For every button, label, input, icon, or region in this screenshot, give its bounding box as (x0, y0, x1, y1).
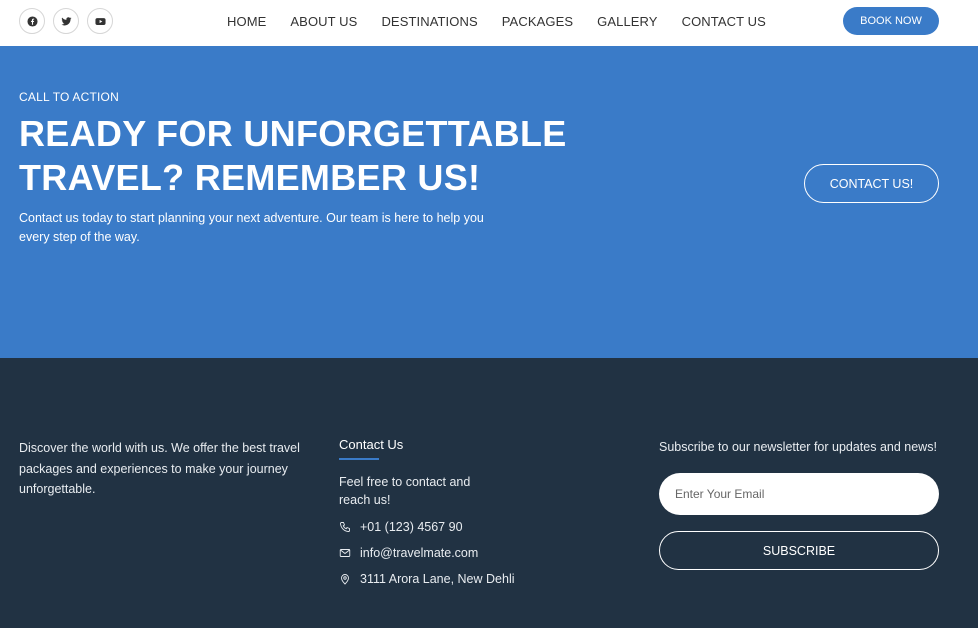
contact-email-text: info@travelmate.com (360, 545, 479, 560)
book-now-button[interactable]: BOOK NOW (843, 7, 939, 35)
footer-contact: Contact Us Feel free to contact and reac… (339, 437, 559, 587)
site-footer: Discover the world with us. We offer the… (0, 358, 978, 628)
mail-icon (339, 548, 351, 557)
nav-home[interactable]: HOME (227, 14, 266, 29)
cta-title: READY FOR UNFORGETTABLE TRAVEL? REMEMBER… (19, 112, 639, 200)
phone-icon (340, 521, 350, 532)
contact-phone-text: +01 (123) 4567 90 (360, 519, 463, 534)
social-links (19, 8, 113, 34)
facebook-link[interactable] (19, 8, 45, 34)
subscribe-button[interactable]: SUBSCRIBE (659, 531, 939, 570)
footer-newsletter: Subscribe to our newsletter for updates … (659, 438, 939, 570)
nav-gallery[interactable]: GALLERY (597, 14, 657, 29)
nav-destinations[interactable]: DESTINATIONS (381, 14, 477, 29)
facebook-icon (26, 15, 38, 27)
contact-address: 3111 Arora Lane, New Dehli (339, 570, 559, 587)
youtube-link[interactable] (87, 8, 113, 34)
site-header: HOME ABOUT US DESTINATIONS PACKAGES GALL… (0, 0, 978, 46)
call-to-action-section: CALL TO ACTION READY FOR UNFORGETTABLE T… (0, 46, 978, 358)
twitter-link[interactable] (53, 8, 79, 34)
main-nav: HOME ABOUT US DESTINATIONS PACKAGES GALL… (227, 0, 790, 42)
contact-email[interactable]: info@travelmate.com (339, 544, 559, 561)
contact-us-button[interactable]: CONTACT US! (804, 164, 939, 203)
nav-contact-us[interactable]: CONTACT US (682, 14, 766, 29)
cta-title-line-1: READY FOR UNFORGETTABLE (19, 113, 567, 154)
location-pin-icon (341, 573, 349, 585)
contact-heading: Contact Us (339, 437, 404, 452)
youtube-icon (94, 17, 106, 25)
contact-phone[interactable]: +01 (123) 4567 90 (339, 518, 559, 535)
nav-about-us[interactable]: ABOUT US (290, 14, 357, 29)
contact-intro: Feel free to contact and reach us! (339, 475, 471, 507)
nav-packages[interactable]: PACKAGES (502, 14, 573, 29)
contact-address-text: 3111 Arora Lane, New Dehli (360, 571, 515, 586)
newsletter-text: Subscribe to our newsletter for updates … (659, 440, 937, 454)
cta-title-line-2: TRAVEL? REMEMBER US! (19, 157, 481, 198)
twitter-icon (60, 16, 72, 25)
heading-underline (339, 458, 379, 460)
footer-about-text: Discover the world with us. We offer the… (19, 441, 300, 496)
email-input[interactable] (659, 473, 939, 515)
cta-eyebrow: CALL TO ACTION (19, 90, 119, 104)
cta-description: Contact us today to start planning your … (19, 211, 484, 244)
